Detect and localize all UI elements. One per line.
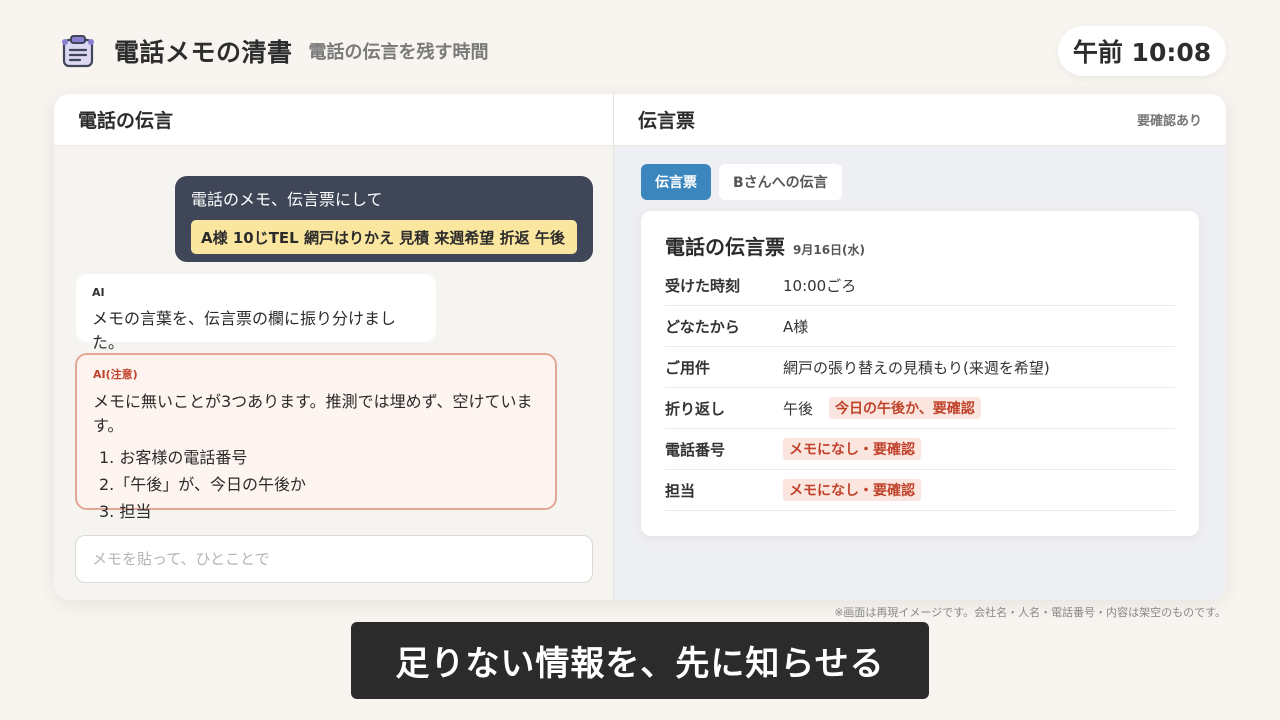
slip-pane-title: 伝言票 [638, 110, 696, 132]
slip-row-callback: 折り返し 午後 今日の午後か、要確認 [665, 388, 1175, 429]
ai-label: AI [92, 286, 105, 299]
message-slip: 電話の伝言票 9月16日(水) 受けた時刻 10:00ごろ どなたから A様 ご… [641, 211, 1199, 536]
ai-warning-message: AI(注意) メモに無いことが3つあります。推測では埋めず、空けています。 1.… [75, 353, 557, 521]
needs-check-flag: 今日の午後か、要確認 [829, 397, 981, 419]
chat-pane: 電話の伝言 電話のメモ、伝言票にして A様 10じTEL 網戸はりかえ 見積 来… [54, 94, 614, 600]
slip-key: 折り返し [665, 399, 726, 418]
chat-pane-title: 電話の伝言 [78, 110, 174, 132]
missing-items-list: 1. お客様の電話番号 2.「午後」が、今日の午後か 3. 担当 [93, 444, 539, 525]
user-message-text: 電話のメモ、伝言票にして [191, 190, 383, 209]
slip-value: A様 [783, 317, 809, 336]
clipboard-icon [62, 35, 94, 68]
slip-title: 電話の伝言票 [665, 235, 785, 259]
chat-input[interactable] [75, 535, 593, 583]
slip-row-subject: ご用件 網戸の張り替えの見積もり(来週を希望) [665, 347, 1175, 388]
slip-row-phone: 電話番号 メモになし・要確認 [665, 429, 1175, 470]
slip-key: 受けた時刻 [665, 276, 741, 295]
app-subtitle: 電話の伝言を残す時間 [308, 42, 489, 63]
memo-chip: A様 10じTEL 網戸はりかえ 見積 来週希望 折返 午後 [191, 220, 577, 254]
slip-date: 9月16日(水) [793, 243, 866, 257]
ai-message: AI メモの言葉を、伝言票の欄に振り分けました。 [76, 274, 436, 352]
list-item: 3. 担当 [99, 502, 152, 521]
slip-pane: 伝言票 要確認あり 伝言票 Bさんへの伝言 電話の伝言票 9月16日(水) 受け… [614, 94, 1226, 600]
chat-pane-header: 電話の伝言 [54, 94, 613, 146]
slip-key: 電話番号 [665, 440, 726, 459]
main-panel: 電話の伝言 電話のメモ、伝言票にして A様 10じTEL 網戸はりかえ 見積 来… [54, 94, 1226, 600]
tab-message-to-b[interactable]: Bさんへの伝言 [719, 164, 842, 200]
ai-warning-text: メモに無いことが3つあります。推測では埋めず、空けています。 [93, 392, 533, 435]
status-badge: 要確認あり [1136, 114, 1202, 129]
slip-value: 10:00ごろ [783, 276, 857, 295]
slip-key: 担当 [665, 481, 696, 500]
slip-key: ご用件 [665, 358, 711, 377]
needs-check-flag: メモになし・要確認 [783, 438, 921, 460]
ai-message-text: メモの言葉を、伝言票の欄に振り分けました。 [92, 309, 397, 352]
disclaimer: ※画面は再現イメージです。会社名・人名・電話番号・内容は架空のものです。 [834, 606, 1226, 619]
slip-pane-header: 伝言票 要確認あり [614, 94, 1226, 146]
slip-row-time: 受けた時刻 10:00ごろ [665, 265, 1175, 306]
app-title: 電話メモの清書 [114, 38, 293, 67]
ai-warning-label: AI(注意) [93, 368, 138, 381]
caption-subtitle: 足りない情報を、先に知らせる [351, 622, 929, 699]
list-item: 1. お客様の電話番号 [99, 448, 248, 467]
slip-value: 午後 [783, 399, 814, 418]
slip-row-assignee: 担当 メモになし・要確認 [665, 470, 1175, 511]
user-message: 電話のメモ、伝言票にして A様 10じTEL 網戸はりかえ 見積 来週希望 折返… [175, 176, 593, 262]
slip-tabs: 伝言票 Bさんへの伝言 [641, 164, 842, 200]
slip-row-caller: どなたから A様 [665, 306, 1175, 347]
needs-check-flag: メモになし・要確認 [783, 479, 921, 501]
slip-header: 電話の伝言票 9月16日(水) [665, 231, 1175, 265]
tab-message-slip[interactable]: 伝言票 [641, 164, 711, 200]
list-item: 2.「午後」が、今日の午後か [99, 475, 306, 494]
slip-value: 網戸の張り替えの見積もり(来週を希望) [783, 358, 1050, 377]
app-header: 電話メモの清書 電話の伝言を残す時間 [60, 28, 489, 74]
clock: 午前 10:08 [1058, 26, 1226, 76]
slip-key: どなたから [665, 317, 740, 336]
